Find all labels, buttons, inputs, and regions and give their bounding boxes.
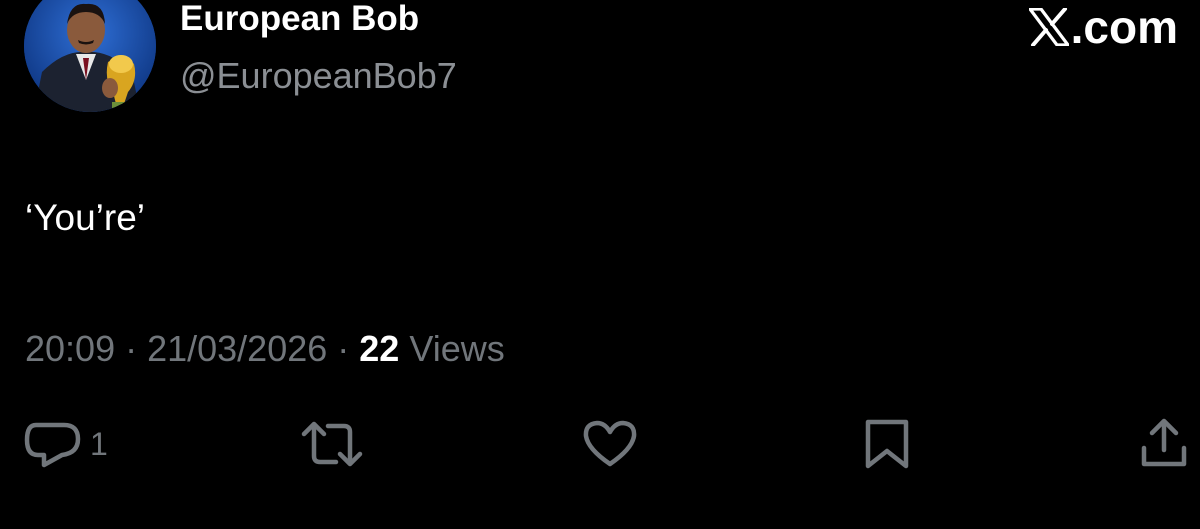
x-logo-icon: [1028, 8, 1069, 46]
share-button[interactable]: [1140, 418, 1188, 470]
reply-icon: [24, 422, 81, 468]
reply-count: 1: [90, 425, 108, 462]
reply-button[interactable]: 1: [24, 418, 108, 470]
meta-separator: ·: [115, 328, 148, 369]
brand-watermark: .com: [1028, 1, 1178, 53]
views-label: Views: [399, 328, 505, 369]
avatar-photo: [24, 0, 156, 112]
brand-domain: .com: [1070, 1, 1178, 53]
views-count: 22: [359, 328, 400, 369]
avatar[interactable]: [24, 0, 156, 112]
share-icon: [1141, 418, 1187, 467]
like-button[interactable]: [582, 418, 638, 470]
meta-separator: ·: [327, 328, 360, 369]
user-handle[interactable]: @EuropeanBob7: [180, 55, 457, 97]
post-text: ‘You’re’: [25, 197, 145, 238]
post-date[interactable]: 21/03/2026: [147, 328, 327, 369]
post-time[interactable]: 20:09: [25, 328, 115, 369]
bookmark-button[interactable]: [862, 418, 912, 470]
repost-button[interactable]: [300, 418, 364, 470]
like-icon: [583, 420, 637, 467]
post-meta: 20:09 · 21/03/2026 · 22 Views: [25, 327, 505, 371]
repost-icon: [301, 421, 363, 467]
display-name[interactable]: European Bob: [180, 0, 419, 39]
bookmark-icon: [865, 419, 909, 469]
